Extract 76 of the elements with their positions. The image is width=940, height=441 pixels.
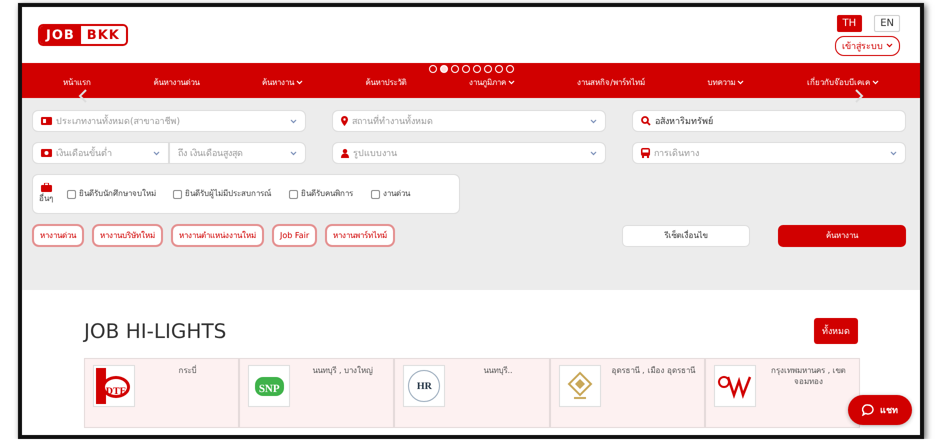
option-checkbox[interactable]: ยินดีรับนักศึกษาจบใหม่ (67, 188, 159, 200)
carousel-dot[interactable] (484, 65, 492, 73)
nav-link[interactable]: ค้นหาประวัติ (365, 76, 406, 89)
option-checkbox[interactable]: งานด่วน (371, 188, 411, 200)
job-type-dropdown[interactable]: ประเภทงานทั้งหมด(สาขาอาชีพ) (32, 110, 306, 132)
caret-icon (872, 80, 879, 85)
nav-link[interactable]: เกี่ยวกับจ๊อบบีเคเค (806, 76, 879, 89)
job-location: นนทบุรี.. (482, 365, 514, 378)
job-location: อุดรธานี , เมือง อุดรธานี (610, 365, 696, 378)
travel-dropdown[interactable]: การเดินทาง (632, 142, 906, 164)
caret-icon (153, 150, 160, 156)
nav-link[interactable]: งานภูมิภาค (468, 76, 515, 89)
caret-icon (590, 150, 597, 156)
nav-link[interactable]: งานสหกิจ/พาร์ทไทม์ (577, 76, 645, 89)
id-card-icon (41, 117, 52, 125)
chat-bubble-icon (862, 404, 874, 416)
login-button[interactable]: เข้าสู่ระบบ (835, 36, 900, 56)
carousel-dot[interactable] (450, 65, 458, 73)
language-button[interactable]: EN (874, 14, 900, 32)
other-label: อื่นๆ (39, 192, 53, 205)
max-salary-dropdown[interactable]: ถึง เงินเดือนสูงสุด (169, 142, 306, 164)
work-type-dropdown[interactable]: รูปแบบงาน (332, 142, 606, 164)
company-logo: SNP (248, 365, 290, 407)
quick-search-button[interactable]: หางานด่วน (32, 224, 84, 247)
job-card[interactable]: อุดรธานี , เมือง อุดรธานี (550, 358, 705, 428)
chat-button[interactable]: แชท (848, 395, 912, 425)
quick-search-button[interactable]: หางานตำแหน่งงานใหม่ (171, 224, 264, 247)
quick-search-button[interactable]: Job Fair (272, 224, 318, 247)
section-title: JOB HI-LIGHTS (84, 319, 226, 343)
briefcase-icon (40, 183, 52, 192)
job-location: กระบี่ (178, 365, 198, 377)
job-card[interactable]: กรุงเทพมหานคร , เขตจอมทอง (704, 358, 860, 428)
job-location: นนทบุรี , บางใหญ่ (311, 365, 374, 378)
quick-search-button[interactable]: หางานพาร์ทไทม์ (325, 224, 396, 247)
carousel-dot[interactable] (428, 65, 436, 73)
quick-search-button[interactable]: หางานบริษัทใหม่ (92, 224, 163, 247)
search-button[interactable]: ค้นหางาน (778, 224, 906, 246)
caret-icon (290, 118, 297, 124)
caret-icon (508, 80, 515, 85)
carousel-dot[interactable] (494, 65, 502, 73)
job-card[interactable]: HR นนทบุรี.. (394, 358, 550, 428)
carousel-dot[interactable] (472, 65, 480, 73)
option-checkbox[interactable]: ยินดีรับคนพิการ (289, 188, 357, 200)
company-logo: HR (403, 365, 446, 407)
search-icon (641, 116, 651, 126)
carousel-dot[interactable] (440, 65, 448, 73)
location-dropdown[interactable]: สถานที่ทำงานทั้งหมด (332, 110, 606, 132)
nav-link[interactable]: บทความ (707, 76, 744, 89)
bus-icon (641, 148, 650, 158)
caret-icon (590, 118, 597, 124)
option-checkbox[interactable]: ยินดีรับผู้ไม่มีประสบการณ์ (173, 188, 275, 200)
job-location: กรุงเทพมหานคร , เขตจอมทอง (770, 365, 847, 388)
nav-link[interactable]: ค้นหางานด่วน (154, 76, 200, 89)
banknote-icon (41, 149, 52, 157)
caret-icon (737, 80, 744, 85)
nav-link[interactable]: ค้นหางาน (262, 76, 304, 89)
caret-icon (290, 150, 297, 156)
job-card[interactable]: SNP นนทบุรี , บางใหญ่ (239, 358, 394, 428)
keyword-field[interactable]: อสังหาริมทรัพย์ (632, 110, 906, 132)
view-all-button[interactable]: ทั้งหมด (814, 318, 858, 344)
carousel-dot[interactable] (506, 65, 514, 73)
person-icon (341, 148, 349, 158)
chevron-right-icon[interactable] (854, 89, 864, 103)
caret-icon (890, 150, 897, 156)
language-button[interactable]: TH (836, 14, 862, 32)
company-logo (714, 365, 756, 407)
caret-icon (296, 80, 304, 85)
caret-icon (886, 43, 893, 48)
carousel-dot[interactable] (462, 65, 470, 73)
site-logo[interactable]: JOB BKK (38, 24, 128, 46)
map-pin-icon (341, 116, 348, 126)
reset-button[interactable]: รีเซ็ตเงื่อนไข (622, 224, 750, 246)
company-logo (558, 365, 601, 407)
min-salary-dropdown[interactable]: เงินเดือนขั้นต่ำ (32, 142, 169, 164)
nav-link[interactable]: หน้าแรก (63, 76, 92, 89)
chevron-left-icon[interactable] (78, 89, 88, 103)
